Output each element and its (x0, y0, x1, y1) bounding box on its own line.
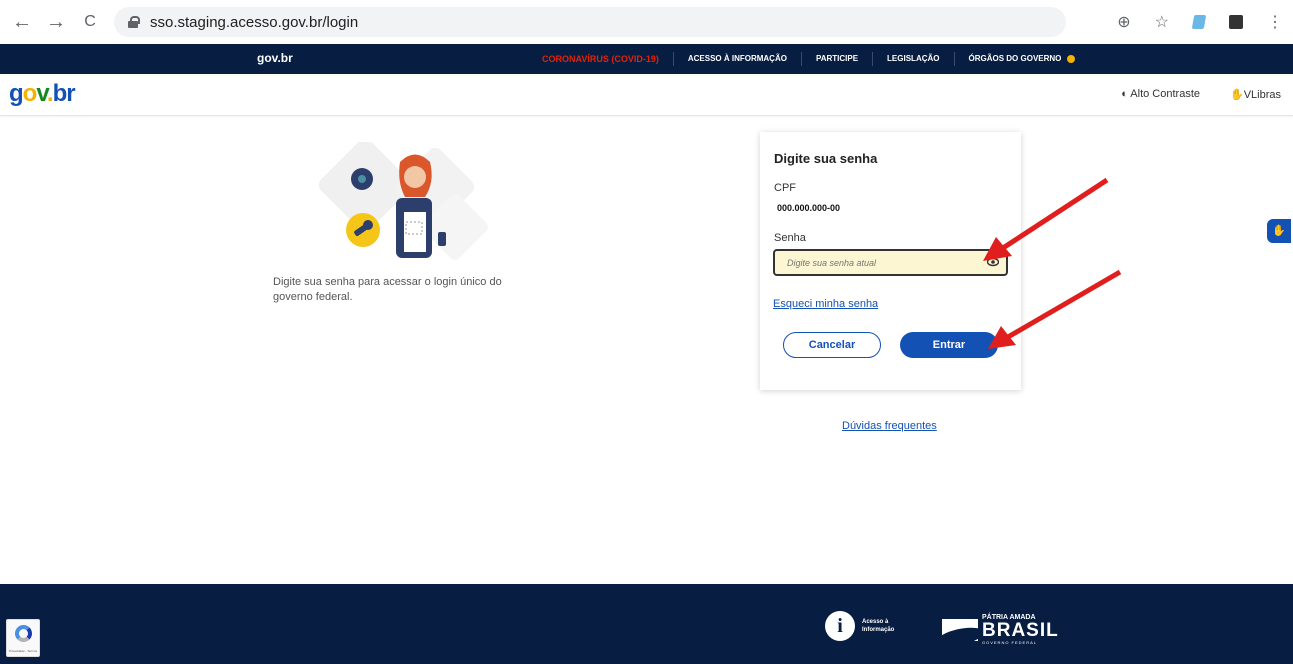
topbar-link-covid[interactable]: CORONAVÍRUS (COVID-19) (528, 52, 674, 66)
arrow-to-enter (1006, 269, 1122, 340)
gov-top-bar: gov.br CORONAVÍRUS (COVID-19) ACESSO À I… (0, 44, 1293, 74)
topbar-link-acesso-informacao[interactable]: ACESSO À INFORMAÇÃO (674, 52, 802, 66)
puzzle-extensions-icon[interactable] (1229, 15, 1243, 29)
cpf-label: CPF (774, 182, 796, 194)
extension-icon[interactable] (1191, 15, 1207, 29)
url-text: sso.staging.acesso.gov.br/login (150, 13, 359, 31)
topbar-link-legislacao[interactable]: LEGISLAÇÃO (873, 52, 955, 66)
address-bar[interactable]: sso.staging.acesso.gov.br/login (114, 7, 1066, 37)
chevron-down-icon (1066, 54, 1075, 63)
enter-button[interactable]: Entrar (900, 332, 998, 358)
topbar-link-orgaos[interactable]: ÓRGÃOS DO GOVERNO (955, 52, 1089, 66)
topbar-links: CORONAVÍRUS (COVID-19) ACESSO À INFORMAÇ… (528, 44, 1089, 74)
flag-graphic (942, 618, 978, 641)
vlibras-link[interactable]: ✋VLibras (1230, 88, 1281, 101)
card-title: Digite sua senha (774, 151, 878, 166)
browser-actions: ⊕ ☆ ⋮ (1117, 0, 1293, 44)
acesso-informacao-text[interactable]: Acesso à Informação (862, 618, 902, 634)
password-card: Digite sua senha CPF 000.000.000-00 Senh… (760, 132, 1021, 390)
back-icon[interactable]: ← (10, 11, 34, 34)
forgot-password-link[interactable]: Esqueci minha senha (773, 298, 878, 310)
login-description: Digite sua senha para acessar o login ún… (273, 276, 502, 303)
cancel-button[interactable]: Cancelar (783, 332, 881, 358)
recaptcha-badge[interactable]: Privacidade - Termos (6, 619, 40, 657)
password-input[interactable] (773, 249, 1008, 276)
show-password-eye-icon[interactable] (987, 256, 999, 268)
senha-label: Senha (774, 232, 806, 244)
govbr-logo[interactable]: gov.br (9, 80, 76, 108)
bookmark-star-icon[interactable]: ☆ (1155, 12, 1169, 32)
page-footer: i Acesso à Informação PÁTRIA AMADA BRASI… (0, 584, 1293, 664)
cpf-value: 000.000.000-00 (777, 203, 841, 213)
browser-toolbar: ← → C sso.staging.acesso.gov.br/login ⊕ … (0, 0, 1293, 44)
vlibras-hand-icon[interactable]: ✋ (1267, 219, 1291, 243)
kebab-menu-icon[interactable]: ⋮ (1267, 12, 1283, 32)
info-icon[interactable]: i (825, 611, 855, 641)
page-header: gov.br ◐ Alto Contraste ✋VLibras (0, 74, 1293, 116)
header-actions: ◐ Alto Contraste ✋VLibras (1091, 88, 1281, 101)
login-illustration (318, 142, 488, 260)
lock-icon (128, 16, 140, 28)
topbar-link-participe[interactable]: PARTICIPE (802, 52, 874, 66)
recaptcha-icon (15, 625, 32, 642)
alto-contraste-button[interactable]: ◐ Alto Contraste (1121, 88, 1200, 101)
patria-amada-brasil-logo: PÁTRIA AMADA BRASIL GOVERNO FEDERAL (942, 614, 1059, 645)
faq-link[interactable]: Dúvidas frequentes (842, 420, 937, 432)
topbar-brand[interactable]: gov.br (257, 51, 293, 65)
reload-icon[interactable]: C (78, 13, 102, 31)
zoom-icon[interactable]: ⊕ (1117, 12, 1130, 32)
forward-icon[interactable]: → (44, 11, 68, 34)
